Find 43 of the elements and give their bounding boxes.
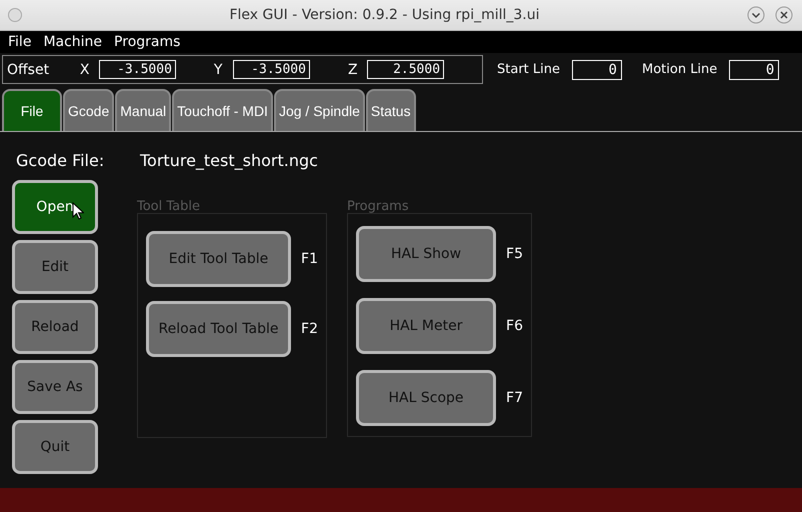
axis-label: X: [80, 62, 90, 78]
file-button[interactable]: Save As: [12, 360, 98, 414]
tab[interactable]: Gcode: [63, 89, 114, 131]
action-button[interactable]: HAL Meter: [356, 298, 496, 354]
tab[interactable]: Status: [366, 89, 416, 131]
file-button[interactable]: Reload: [12, 300, 98, 354]
file-button[interactable]: Edit: [12, 240, 98, 294]
gcode-file-name: Torture_test_short.ngc: [140, 150, 318, 170]
offset-value-field: 2.5000: [367, 60, 444, 79]
shortcut-label: F6: [506, 318, 523, 334]
line-number-field: 0: [729, 60, 780, 80]
shortcut-label: F1: [301, 251, 318, 267]
minimize-icon[interactable]: [747, 6, 765, 24]
mouse-pointer-icon: [72, 202, 84, 220]
menu-item[interactable]: Programs: [108, 34, 186, 50]
offset-value-field: -3.5000: [233, 60, 310, 79]
close-icon[interactable]: [775, 6, 793, 24]
line-number-field: 0: [572, 60, 622, 80]
file-button[interactable]: Open: [12, 180, 98, 234]
file-button[interactable]: Quit: [12, 420, 98, 474]
axis-label: Y: [214, 62, 224, 78]
group-title: Programs: [347, 200, 410, 213]
gcode-file-label: Gcode File:: [16, 150, 106, 170]
shortcut-label: F7: [506, 390, 523, 406]
group-title: Tool Table: [137, 200, 202, 213]
menu-item[interactable]: Machine: [37, 34, 108, 50]
action-button[interactable]: Edit Tool Table: [146, 231, 292, 287]
tab[interactable]: Jog / Spindle: [274, 89, 365, 131]
tab[interactable]: Manual: [115, 89, 172, 131]
tab[interactable]: Touchoff - MDI: [172, 89, 273, 131]
shortcut-label: F5: [506, 246, 523, 262]
action-button[interactable]: Reload Tool Table: [146, 301, 292, 357]
offset-label: Offset: [7, 62, 50, 78]
window-title: Flex GUI - Version: 0.9.2 - Using rpi_mill_3.ui: [228, 7, 541, 23]
line-label: Motion Line: [642, 62, 718, 77]
offset-value-field: -3.5000: [99, 60, 176, 79]
shortcut-label: F2: [301, 321, 318, 337]
action-button[interactable]: HAL Scope: [356, 370, 496, 426]
action-button[interactable]: HAL Show: [356, 226, 496, 282]
line-label: Start Line: [497, 62, 560, 77]
menu-item[interactable]: File: [2, 34, 38, 50]
tab[interactable]: File: [2, 89, 62, 131]
axis-label: Z: [348, 62, 359, 78]
